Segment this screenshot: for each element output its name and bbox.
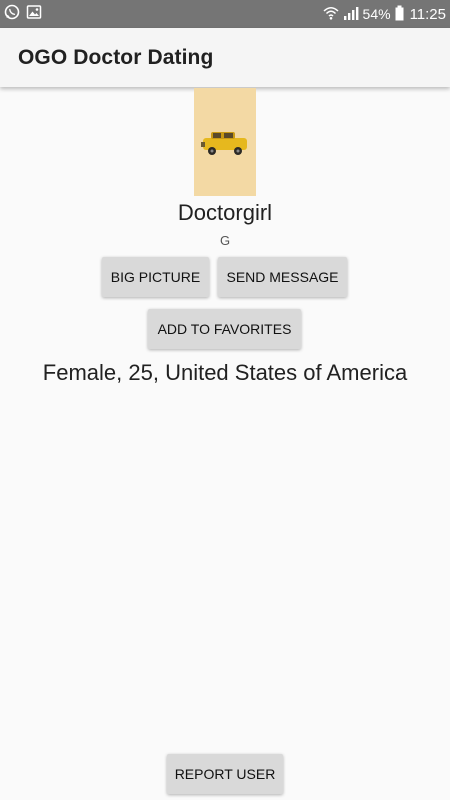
battery-percent: 54% bbox=[362, 6, 391, 22]
report-user-button[interactable]: REPORT USER bbox=[167, 754, 283, 794]
clock: 11:25 bbox=[409, 5, 446, 23]
profile-name: Doctorgirl bbox=[177, 200, 273, 225]
profile-details: Female, 25, United States of America bbox=[42, 360, 408, 385]
big-picture-button[interactable]: BIG PICTURE bbox=[102, 257, 209, 297]
image-icon bbox=[26, 4, 42, 25]
whatsapp-icon bbox=[4, 4, 20, 25]
send-message-button[interactable]: SEND MESSAGE bbox=[218, 257, 347, 297]
profile-initial: G bbox=[219, 233, 231, 248]
profile-photo[interactable] bbox=[194, 88, 256, 196]
notification-icons bbox=[4, 4, 42, 25]
car-image bbox=[201, 132, 247, 155]
status-bar: 54% 11:25 bbox=[0, 0, 450, 28]
app-bar: OGO Doctor Dating bbox=[0, 28, 450, 87]
add-to-favorites-button[interactable]: ADD TO FAVORITES bbox=[148, 309, 301, 349]
wifi-icon bbox=[323, 5, 339, 24]
signal-icon bbox=[343, 5, 359, 24]
system-status: 54% 11:25 bbox=[323, 5, 446, 24]
app-title: OGO Doctor Dating bbox=[18, 45, 214, 69]
battery-icon bbox=[395, 5, 404, 24]
